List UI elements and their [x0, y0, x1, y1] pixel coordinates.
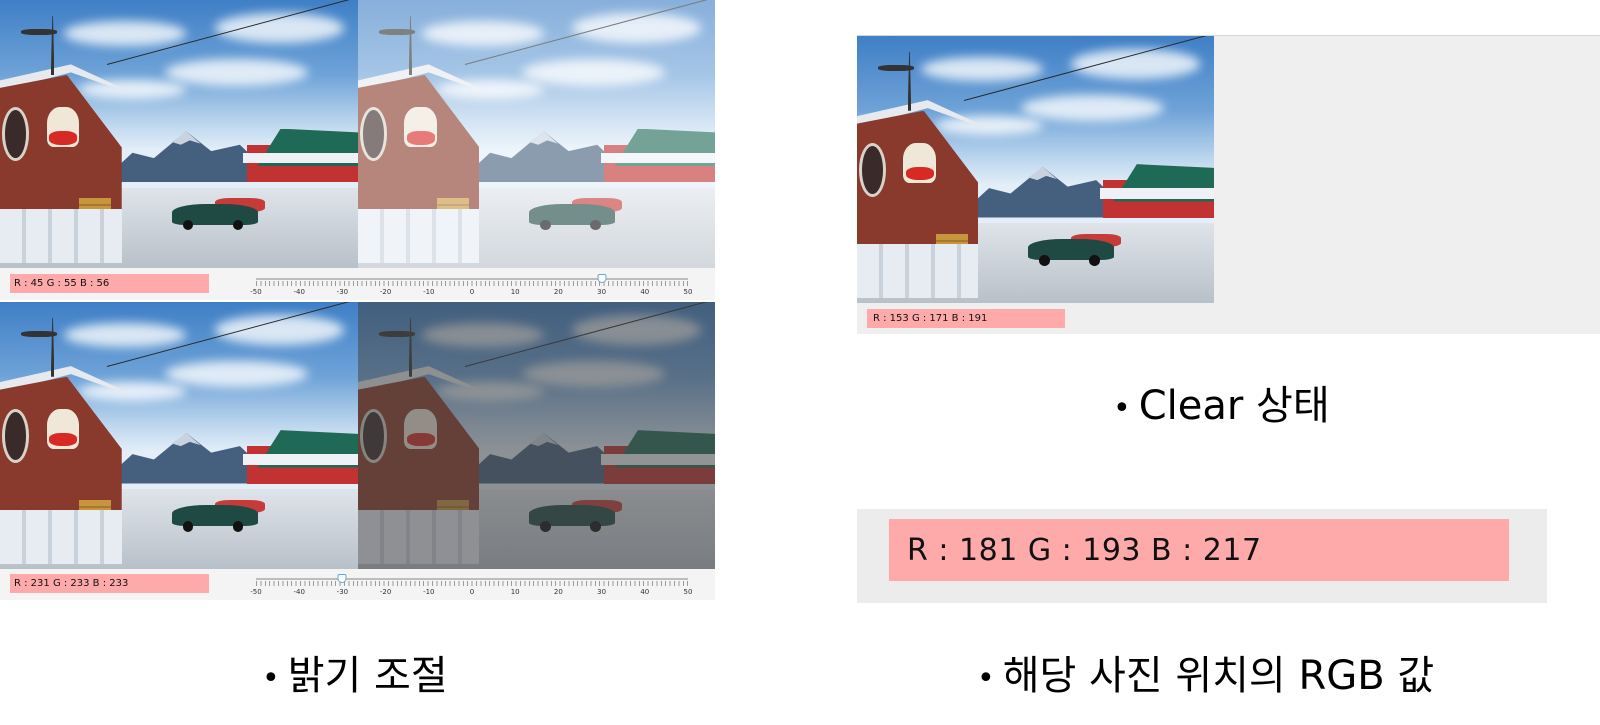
slider-tick-label: -20 [379, 588, 392, 596]
slider-tick-label: -50 [250, 288, 262, 296]
control-bar-top: R : 45 G : 55 B : 56 -50 -40 -30 -20 -10 0 10 2… [0, 268, 715, 300]
rgb-zoom-panel: R : 181 G : 193 B : 217 [857, 509, 1547, 603]
slider-tick-label: -50 [250, 588, 262, 596]
caption-rgb-text: 해당 사진 위치의 RGB 값 [1002, 653, 1435, 699]
caption-clear: • Clear 상태 [1113, 373, 1330, 431]
slider-tick-label: 50 [683, 288, 693, 296]
slider-tick-label: -30 [336, 588, 349, 596]
caption-brightness: • 밝기 조절 [262, 643, 448, 701]
caption-clear-text: Clear 상태 [1138, 383, 1330, 429]
bullet-icon: • [1113, 390, 1131, 426]
brightness-panel: R : 45 G : 55 B : 56 -50 -40 -30 -20 -10 0 10 2… [0, 0, 715, 600]
slider-tick-label: 30 [597, 288, 607, 296]
slider-tick-label: -40 [293, 288, 305, 296]
slider-tick-label: 20 [553, 288, 563, 296]
caption-rgb: • 해당 사진 위치의 RGB 값 [977, 643, 1434, 701]
photo-original-top [0, 0, 358, 268]
slider-tick-label: -30 [336, 288, 349, 296]
slider-tick-label: -10 [423, 288, 435, 296]
bullet-icon: • [262, 660, 280, 696]
slider-tick-label: 40 [640, 588, 650, 596]
photo-clear [857, 36, 1214, 303]
bullet-icon: • [977, 660, 995, 696]
rgb-value-bottom: R : 231 G : 233 B : 233 [10, 574, 209, 593]
control-bar-bottom: R : 231 G : 233 B : 233 -50 -40 -30 -20 -10 0… [0, 569, 715, 600]
slider-tick-label: -20 [379, 288, 392, 296]
slider-thumb[interactable] [337, 574, 347, 583]
slider-tick-label: 0 [469, 288, 475, 296]
rgb-value-top: R : 45 G : 55 B : 56 [10, 274, 209, 293]
slider-tick-label: 40 [640, 288, 650, 296]
slider-tick-label: -40 [293, 588, 305, 596]
slider-tick-label: 0 [469, 588, 475, 596]
brightness-slider-top[interactable]: -50 -40 -30 -20 -10 0 10 20 30 40 50 [250, 274, 692, 298]
photo-brightened [358, 0, 715, 268]
slider-tick-label: 20 [553, 588, 563, 596]
slider-tick-label: 10 [510, 588, 520, 596]
brightness-slider-bottom[interactable]: -50 -40 -30 -20 -10 0 10 20 30 40 50 [250, 574, 692, 598]
slider-tick-label: 10 [510, 288, 520, 296]
rgb-value-clear: R : 153 G : 171 B : 191 [867, 309, 1065, 328]
clear-state-panel: R : 153 G : 171 B : 191 [857, 35, 1600, 334]
slider-tick-label: 50 [683, 588, 693, 596]
photo-darkened [358, 302, 715, 569]
rgb-value-zoom: R : 181 G : 193 B : 217 [889, 519, 1509, 581]
photo-original-bottom [0, 302, 358, 569]
slider-tick-label: -10 [423, 588, 435, 596]
slider-tick-label: 30 [597, 588, 607, 596]
caption-brightness-text: 밝기 조절 [287, 653, 448, 699]
slider-thumb[interactable] [597, 274, 607, 283]
